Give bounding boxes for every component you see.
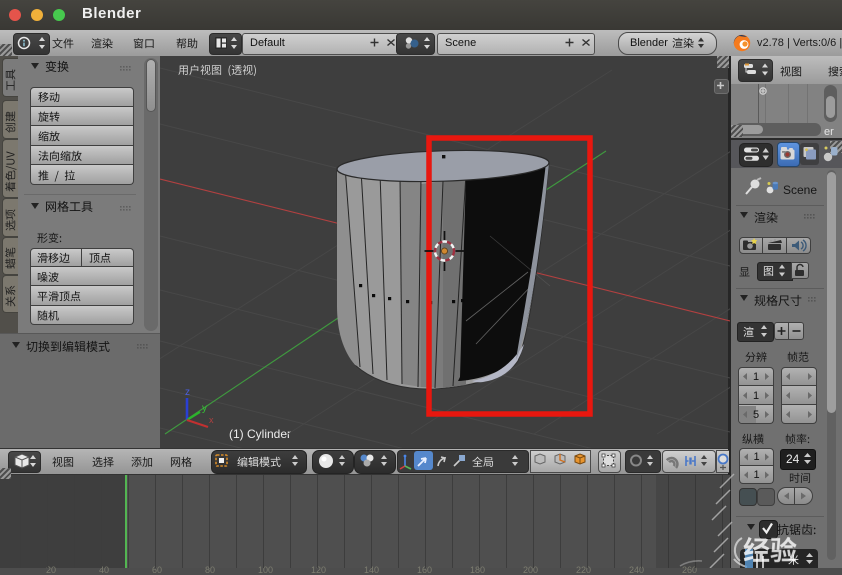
svg-text:x: x <box>209 415 214 425</box>
svg-text:y: y <box>202 403 207 414</box>
svg-text:z: z <box>185 387 190 398</box>
